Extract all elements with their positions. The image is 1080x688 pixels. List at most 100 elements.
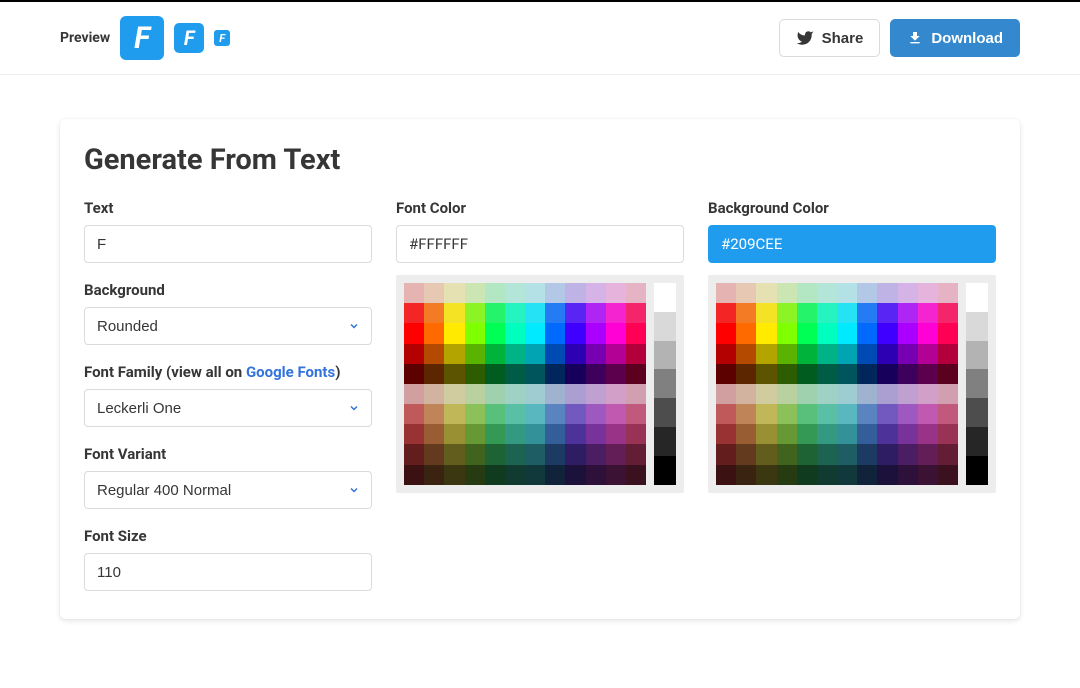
color-swatch[interactable] [505,404,525,424]
color-swatch[interactable] [837,283,857,303]
color-swatch[interactable] [505,303,525,323]
color-swatch[interactable] [424,323,444,343]
color-swatch[interactable] [606,364,626,384]
color-swatch[interactable] [485,303,505,323]
color-swatch[interactable] [505,323,525,343]
color-swatch[interactable] [736,344,756,364]
bg-color-display[interactable]: #209CEE [708,225,996,263]
color-swatch[interactable] [586,303,606,323]
color-swatch[interactable] [424,384,444,404]
color-swatch[interactable] [444,344,464,364]
color-swatch[interactable] [857,444,877,464]
color-swatch[interactable] [716,323,736,343]
color-swatch[interactable] [857,303,877,323]
color-swatch[interactable] [626,404,646,424]
color-swatch[interactable] [626,303,646,323]
color-swatch[interactable] [777,364,797,384]
color-swatch[interactable] [485,444,505,464]
color-swatch[interactable] [736,303,756,323]
gray-swatch[interactable] [654,398,676,427]
color-swatch[interactable] [938,424,958,444]
color-swatch[interactable] [606,465,626,485]
font-variant-select[interactable]: Regular 400 Normal [84,471,372,509]
color-swatch[interactable] [545,384,565,404]
gray-swatch[interactable] [966,312,988,341]
color-swatch[interactable] [505,384,525,404]
color-swatch[interactable] [465,404,485,424]
color-swatch[interactable] [465,444,485,464]
color-swatch[interactable] [586,323,606,343]
color-swatch[interactable] [565,384,585,404]
color-swatch[interactable] [626,384,646,404]
color-swatch[interactable] [404,424,424,444]
color-swatch[interactable] [424,444,444,464]
color-swatch[interactable] [837,323,857,343]
color-swatch[interactable] [404,444,424,464]
color-swatch[interactable] [525,384,545,404]
color-swatch[interactable] [898,424,918,444]
color-swatch[interactable] [837,424,857,444]
color-swatch[interactable] [918,303,938,323]
color-swatch[interactable] [918,444,938,464]
gray-swatch[interactable] [966,341,988,370]
color-swatch[interactable] [505,444,525,464]
color-swatch[interactable] [525,364,545,384]
color-swatch[interactable] [938,364,958,384]
color-swatch[interactable] [877,364,897,384]
color-swatch[interactable] [545,465,565,485]
color-swatch[interactable] [837,384,857,404]
color-swatch[interactable] [898,303,918,323]
color-swatch[interactable] [857,283,877,303]
color-swatch[interactable] [837,465,857,485]
color-swatch[interactable] [817,303,837,323]
gray-swatch[interactable] [966,427,988,456]
color-swatch[interactable] [817,384,837,404]
color-swatch[interactable] [736,424,756,444]
color-swatch[interactable] [586,283,606,303]
color-swatch[interactable] [938,303,958,323]
color-swatch[interactable] [444,364,464,384]
gray-swatch[interactable] [654,456,676,485]
color-swatch[interactable] [424,344,444,364]
color-swatch[interactable] [444,323,464,343]
color-swatch[interactable] [756,424,776,444]
color-swatch[interactable] [716,303,736,323]
download-button[interactable]: Download [890,19,1020,57]
color-swatch[interactable] [404,303,424,323]
color-swatch[interactable] [626,444,646,464]
color-swatch[interactable] [545,283,565,303]
color-swatch[interactable] [756,303,776,323]
share-button[interactable]: Share [779,19,881,57]
color-swatch[interactable] [424,283,444,303]
color-swatch[interactable] [465,303,485,323]
color-swatch[interactable] [837,444,857,464]
color-swatch[interactable] [918,323,938,343]
color-swatch[interactable] [465,364,485,384]
color-swatch[interactable] [565,283,585,303]
color-swatch[interactable] [777,344,797,364]
color-swatch[interactable] [918,364,938,384]
font-size-input[interactable] [84,553,372,591]
color-swatch[interactable] [777,303,797,323]
color-swatch[interactable] [797,424,817,444]
color-swatch[interactable] [857,364,877,384]
color-swatch[interactable] [857,323,877,343]
color-swatch[interactable] [736,444,756,464]
color-swatch[interactable] [716,283,736,303]
color-swatch[interactable] [857,404,877,424]
color-swatch[interactable] [918,283,938,303]
color-swatch[interactable] [525,344,545,364]
gray-swatch[interactable] [966,283,988,312]
text-input[interactable] [84,225,372,263]
color-swatch[interactable] [797,323,817,343]
color-swatch[interactable] [485,424,505,444]
color-swatch[interactable] [777,444,797,464]
color-swatch[interactable] [565,404,585,424]
color-swatch[interactable] [857,465,877,485]
color-swatch[interactable] [837,303,857,323]
color-swatch[interactable] [404,364,424,384]
color-swatch[interactable] [736,404,756,424]
color-swatch[interactable] [565,364,585,384]
color-swatch[interactable] [465,384,485,404]
color-swatch[interactable] [797,344,817,364]
